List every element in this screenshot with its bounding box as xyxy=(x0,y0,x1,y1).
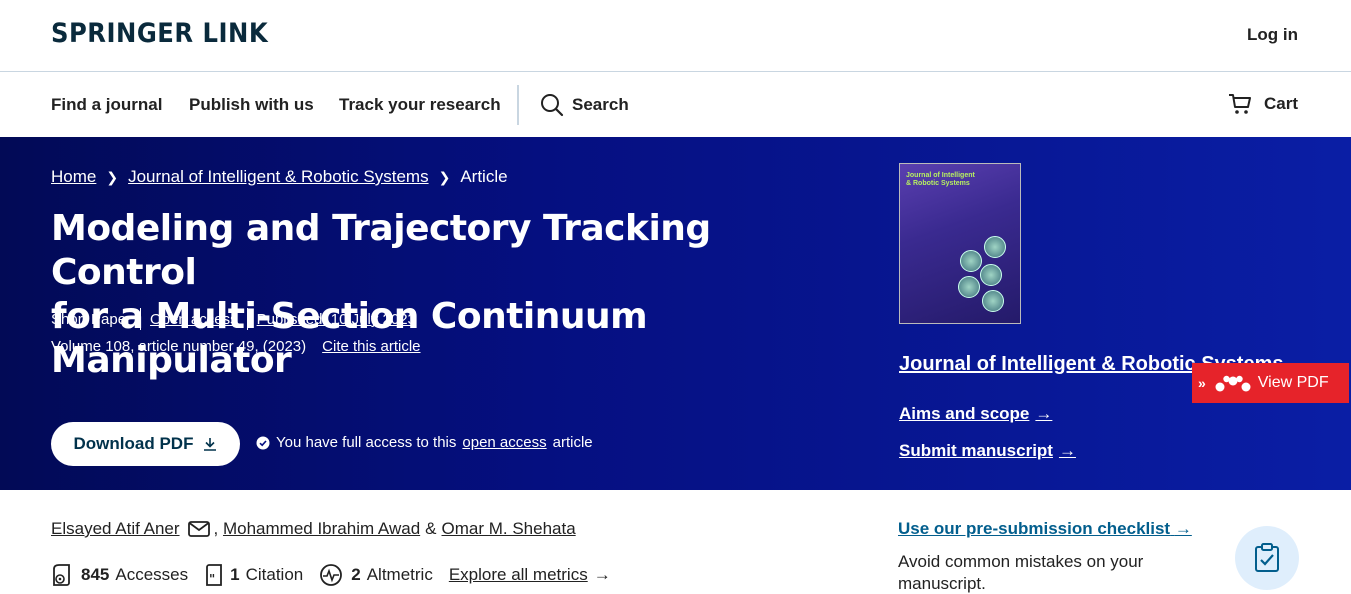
meta-divider xyxy=(246,308,248,330)
citation-icon: " xyxy=(206,564,223,586)
article-meta: Short Paper Open access Published: 10 Ju… xyxy=(51,308,416,330)
chevron-right-icon: ❯ xyxy=(106,168,119,185)
checklist-description: Avoid common mistakes on your manuscript… xyxy=(898,552,1144,593)
title-line-1: Modeling and Trajectory Tracking Control xyxy=(51,208,711,293)
full-access-note: You have full access to this open access… xyxy=(256,434,593,451)
search-label: Search xyxy=(572,95,629,114)
author-list: Elsayed Atif Aner , Mohammed Ibrahim Awa… xyxy=(51,519,576,539)
access-suffix: article xyxy=(552,434,593,451)
published-date[interactable]: Published: 10 July 2023 xyxy=(257,311,416,328)
accesses-count: 845 xyxy=(81,565,110,584)
article-title: Modeling and Trajectory Tracking Control… xyxy=(51,207,841,383)
nav-cart-button[interactable]: Cart xyxy=(1228,93,1298,115)
submit-manuscript-label: Submit manuscript xyxy=(899,441,1053,460)
altmetric-icon xyxy=(320,564,343,586)
cart-icon xyxy=(1228,94,1251,114)
arrow-right-icon: → xyxy=(593,565,611,584)
author-link[interactable]: Omar M. Shehata xyxy=(442,519,576,539)
download-icon xyxy=(204,438,217,451)
main-nav: Find a journal Publish with us Track you… xyxy=(0,73,1351,136)
meta-divider xyxy=(140,308,142,330)
top-bar: SPRINGER LINK Log in xyxy=(0,0,1351,72)
email-icon[interactable] xyxy=(187,520,212,538)
accesses-label: Accesses xyxy=(115,565,189,584)
pre-submission-checklist-link[interactable]: Use our pre-submission checklist → xyxy=(898,519,1192,539)
breadcrumb-home[interactable]: Home xyxy=(51,167,96,187)
view-pdf-button[interactable]: » View PDF xyxy=(1192,363,1349,403)
arrow-right-icon: → xyxy=(1035,404,1053,423)
nav-publish[interactable]: Publish with us xyxy=(189,95,314,115)
nav-find-journal[interactable]: Find a journal xyxy=(51,95,162,115)
altmetric-label: Altmetric xyxy=(366,565,433,584)
download-pdf-button[interactable]: Download PDF xyxy=(51,422,240,466)
search-icon xyxy=(541,94,564,117)
download-pdf-label: Download PDF xyxy=(73,434,194,453)
access-prefix: You have full access to this xyxy=(276,434,457,451)
clipboard-check-icon xyxy=(1255,543,1279,572)
open-access-link[interactable]: Open access xyxy=(150,311,238,328)
svg-text:": " xyxy=(209,572,215,586)
checklist-badge xyxy=(1235,526,1299,590)
journal-cover-image[interactable]: Journal of Intelligent & Robotic Systems xyxy=(899,163,1021,324)
author-amp: & xyxy=(425,519,437,538)
double-chevron-icon: » xyxy=(1198,375,1206,391)
chevron-right-icon: ❯ xyxy=(438,168,451,185)
view-pdf-label: View PDF xyxy=(1257,374,1329,391)
breadcrumb: Home ❯ Journal of Intelligent & Robotic … xyxy=(51,167,508,187)
check-circle-icon xyxy=(256,436,270,449)
aims-scope-link[interactable]: Aims and scope → xyxy=(899,404,1052,424)
article-hero: Home ❯ Journal of Intelligent & Robotic … xyxy=(0,137,1351,490)
breadcrumb-article: Article xyxy=(460,167,508,186)
cart-label: Cart xyxy=(1263,94,1298,113)
article-type: Short Paper xyxy=(51,310,132,328)
arrow-right-icon: → xyxy=(1174,519,1192,538)
cover-title: Journal of Intelligent & Robotic Systems xyxy=(906,172,975,187)
arrow-right-icon: → xyxy=(1058,441,1076,460)
cite-article-link[interactable]: Cite this article xyxy=(322,338,420,355)
open-access-inline-link[interactable]: open access xyxy=(462,434,546,451)
citation-label: Citation xyxy=(245,565,304,584)
mendeley-icon xyxy=(1215,375,1251,392)
breadcrumb-journal[interactable]: Journal of Intelligent & Robotic Systems xyxy=(128,167,428,187)
nav-track-research[interactable]: Track your research xyxy=(339,95,501,115)
nav-divider xyxy=(517,85,519,125)
submit-manuscript-link[interactable]: Submit manuscript → xyxy=(899,441,1076,461)
volume-info: Volume 108, article number 49, (2023) xyxy=(51,338,307,355)
accesses-icon xyxy=(53,564,70,586)
nav-search-button[interactable]: Search xyxy=(540,93,629,117)
checklist-label: Use our pre-submission checklist xyxy=(898,519,1171,538)
article-volume-row: Volume 108, article number 49, (2023) Ci… xyxy=(51,338,421,355)
explore-metrics-link[interactable]: Explore all metrics xyxy=(449,565,588,585)
citation-count: 1 xyxy=(230,565,240,584)
author-link[interactable]: Mohammed Ibrahim Awad xyxy=(223,519,420,539)
author-separator: , xyxy=(213,519,223,538)
aims-scope-label: Aims and scope xyxy=(899,404,1030,423)
login-link[interactable]: Log in xyxy=(1247,25,1298,45)
springer-link-logo[interactable]: SPRINGER LINK xyxy=(51,18,268,49)
author-link[interactable]: Elsayed Atif Aner xyxy=(51,519,180,539)
altmetric-count: 2 xyxy=(351,565,361,584)
article-metrics: 845 Accesses " 1 Citation 2 Altmetric Ex… xyxy=(51,563,611,587)
